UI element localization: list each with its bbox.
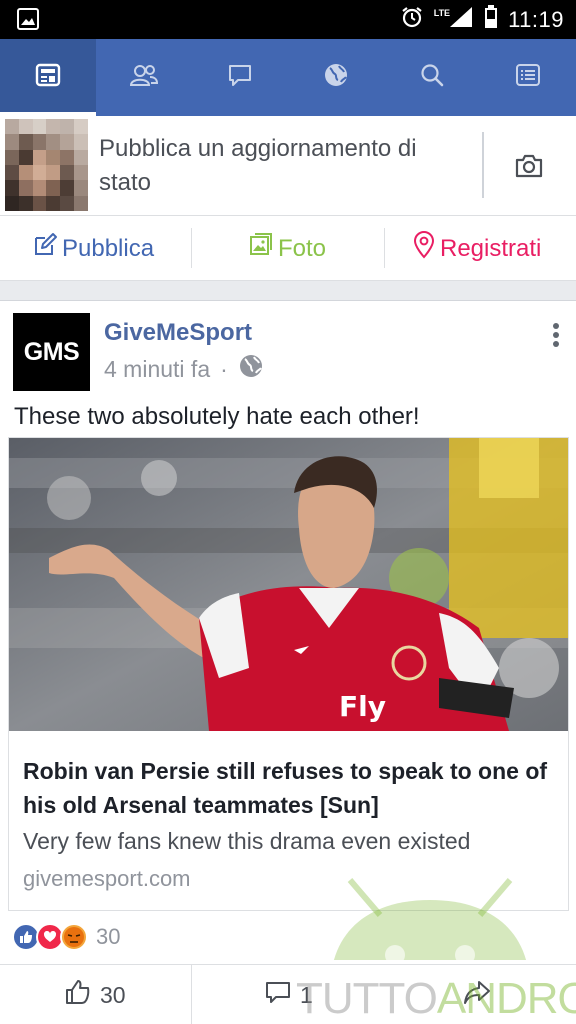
tab-messages[interactable] [192,39,288,116]
profile-avatar[interactable] [5,119,88,211]
comment-count: 1 [300,981,313,1008]
link-domain: givemesport.com [23,866,191,891]
checkin-button[interactable]: Registrati [412,216,541,281]
search-icon [418,61,446,94]
post-meta: 4 minuti fa · [104,353,264,385]
thumbs-up-icon [64,978,92,1012]
friends-icon [129,61,159,94]
alarm-icon [400,5,424,34]
comment-icon [264,978,292,1012]
page-name-link[interactable]: GiveMeSport [104,319,252,347]
edit-icon [32,232,58,265]
status-composer: Pubblica un aggiornamento di stato [0,116,576,216]
photo-button[interactable]: Foto [248,216,326,281]
feed-post: GMS GiveMeSport 4 minuti fa · These two … [0,301,576,1024]
page-avatar[interactable]: GMS [13,313,90,391]
news-feed-icon [34,61,62,94]
divider [482,132,484,198]
battery-icon [484,5,498,34]
reactions-summary[interactable]: 30 [12,923,120,951]
link-description: Very few fans knew this drama even exist… [23,828,471,854]
top-nav-bar [0,39,576,116]
composer-actions: Pubblica Foto Registrati [0,216,576,281]
more-options-icon[interactable] [551,323,561,349]
photo-icon [248,232,274,265]
link-headline[interactable]: Robin van Persie still refuses to speak … [23,754,558,822]
share-button[interactable] [463,965,491,1024]
post-button[interactable]: Pubblica [32,216,154,281]
status-bar: LTE 11:19 [0,0,576,39]
like-count: 30 [100,981,126,1008]
camera-icon[interactable] [514,152,544,185]
post-actions-bar: 30 1 [0,964,576,1024]
signal-icon [448,5,474,34]
like-button[interactable]: 30 [64,965,126,1024]
comment-button[interactable]: 1 [264,965,313,1024]
post-time[interactable]: 4 minuti fa [104,356,210,383]
menu-list-icon [514,61,542,94]
divider [191,228,192,268]
globe-icon [322,61,350,94]
angry-reaction-icon [60,923,88,951]
divider [384,228,385,268]
tab-news-feed[interactable] [0,39,96,116]
location-pin-icon [412,231,436,266]
checkin-label: Registrati [440,234,542,262]
network-type: LTE [433,7,451,18]
clock: 11:19 [508,6,564,32]
tab-menu[interactable] [480,39,576,116]
post-label: Pubblica [62,234,155,262]
reaction-count: 30 [96,924,121,949]
link-preview-card[interactable]: Fly Robin van Persie still refuses to sp… [8,437,569,911]
svg-text:Fly: Fly [339,690,386,723]
image-icon [17,8,39,35]
photo-label: Foto [278,234,327,262]
chat-bubble-icon [226,61,254,94]
divider [191,965,192,1024]
status-update-prompt[interactable]: Pubblica un aggiornamento di stato [99,132,469,200]
public-globe-icon [238,353,264,385]
share-icon [463,978,491,1012]
tab-search[interactable] [384,39,480,116]
meta-separator: · [220,355,228,382]
post-caption: These two absolutely hate each other! [14,403,420,430]
feed-separator [0,281,576,301]
tab-friends[interactable] [96,39,192,116]
tab-notifications[interactable] [288,39,384,116]
link-preview-image[interactable]: Fly [9,438,568,731]
